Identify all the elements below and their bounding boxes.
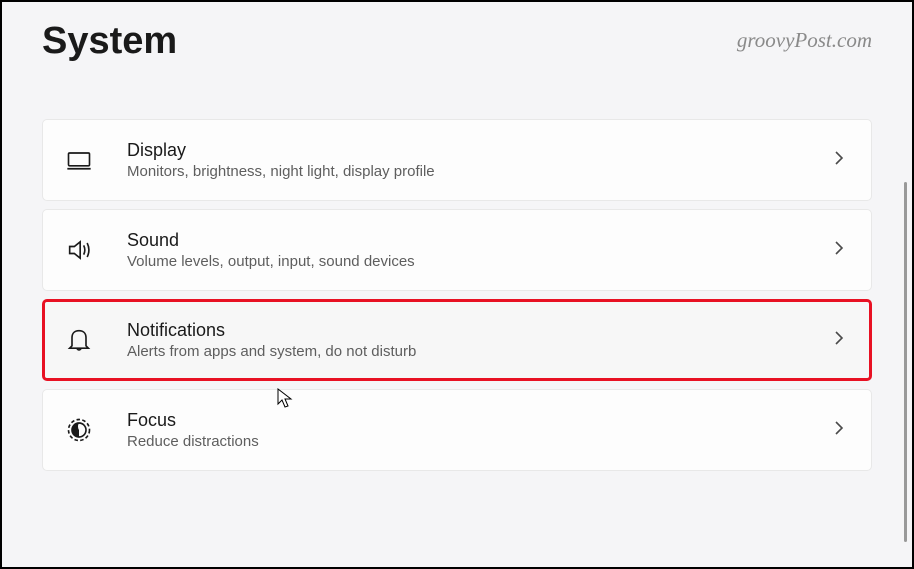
focus-icon [65,416,109,444]
card-body: Sound Volume levels, output, input, soun… [127,230,815,270]
card-body: Display Monitors, brightness, night ligh… [127,140,815,180]
card-title: Sound [127,230,815,251]
card-desc: Volume levels, output, input, sound devi… [127,253,815,270]
settings-list: Display Monitors, brightness, night ligh… [42,119,872,471]
card-title: Notifications [127,320,815,341]
card-body: Notifications Alerts from apps and syste… [127,320,815,360]
card-title: Focus [127,410,815,431]
settings-item-notifications[interactable]: Notifications Alerts from apps and syste… [42,299,872,381]
card-desc: Monitors, brightness, night light, displ… [127,163,815,180]
chevron-right-icon [831,420,847,441]
bell-icon [65,326,109,354]
page-title: System [42,20,177,63]
card-desc: Alerts from apps and system, do not dist… [127,343,815,360]
chevron-right-icon [831,240,847,261]
watermark: groovyPost.com [737,28,872,53]
settings-item-sound[interactable]: Sound Volume levels, output, input, soun… [42,209,872,291]
chevron-right-icon [831,150,847,171]
card-title: Display [127,140,815,161]
chevron-right-icon [831,330,847,351]
display-icon [65,146,109,174]
sound-icon [65,236,109,264]
settings-item-display[interactable]: Display Monitors, brightness, night ligh… [42,119,872,201]
scrollbar[interactable] [904,182,907,542]
card-body: Focus Reduce distractions [127,410,815,450]
page-header: System groovyPost.com [42,20,872,63]
card-desc: Reduce distractions [127,433,815,450]
settings-item-focus[interactable]: Focus Reduce distractions [42,389,872,471]
